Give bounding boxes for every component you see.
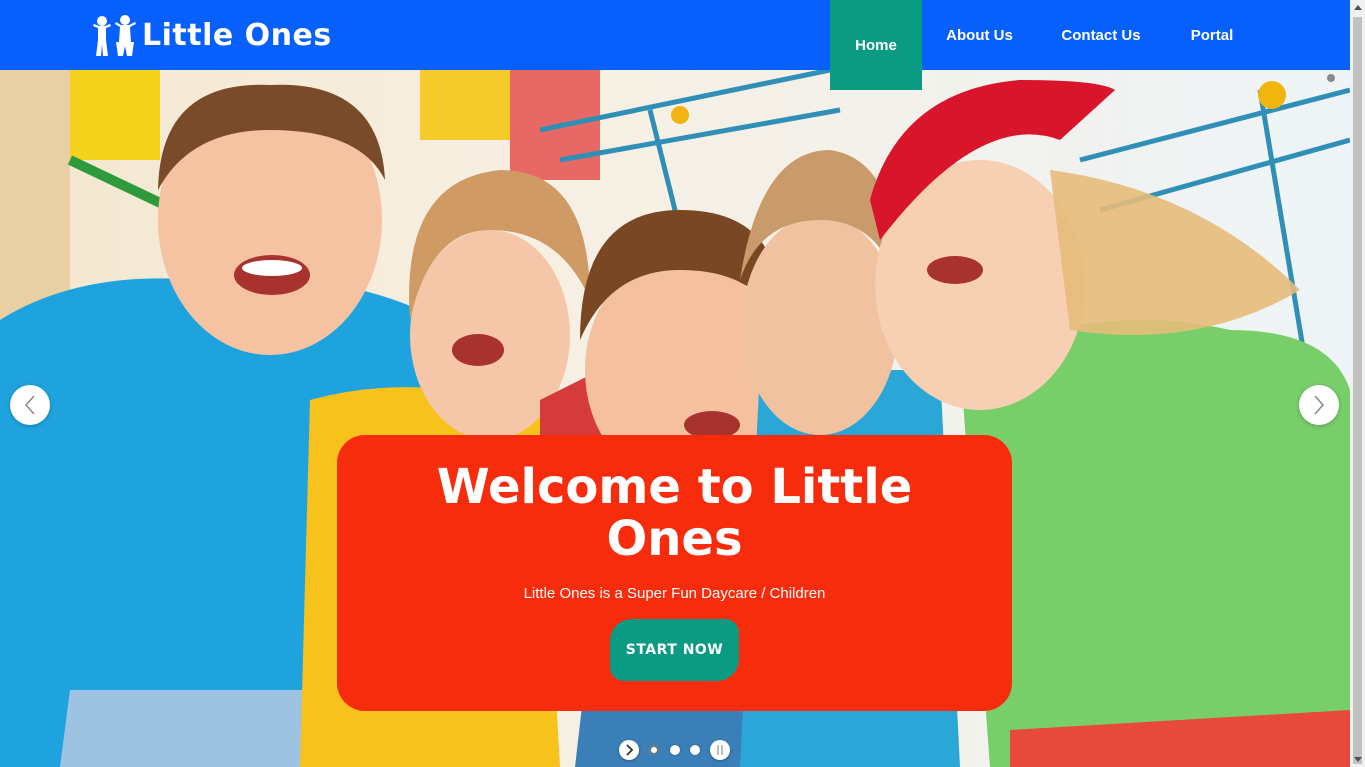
welcome-subtitle: Little Ones is a Super Fun Daycare / Chi…: [523, 585, 826, 602]
children-figures-icon: [93, 15, 136, 56]
nav-about-us[interactable]: About Us: [922, 0, 1037, 70]
scroll-up-arrow[interactable]: [1350, 0, 1365, 15]
nav-portal[interactable]: Portal: [1170, 0, 1254, 70]
site-logo[interactable]: Little Ones: [90, 14, 332, 58]
play-icon: [626, 744, 634, 756]
slider-pager: [619, 740, 731, 760]
nav-contact-us-label: Contact Us: [1061, 26, 1141, 44]
slider-next-button[interactable]: [1299, 385, 1339, 425]
site-header: Little Ones Home About Us Contact Us Por…: [0, 0, 1350, 90]
brand-name: Little Ones: [142, 18, 332, 53]
nav-about-us-label: About Us: [946, 26, 1013, 44]
pause-icon: [717, 745, 723, 755]
start-now-button[interactable]: START NOW: [610, 619, 739, 681]
hero-slider: Welcome to Little Ones Little Ones is a …: [0, 70, 1350, 767]
slider-prev-button[interactable]: [10, 385, 50, 425]
welcome-panel: Welcome to Little Ones Little Ones is a …: [337, 435, 1012, 711]
chevron-left-icon: [24, 395, 35, 415]
slider-dot-3[interactable]: [690, 745, 700, 755]
slider-play-button[interactable]: [619, 740, 639, 760]
slider-dot-1[interactable]: [649, 745, 659, 755]
slider-dot-2[interactable]: [670, 745, 680, 755]
slider-pause-button[interactable]: [710, 740, 730, 760]
nav-home[interactable]: Home: [830, 0, 922, 90]
welcome-title: Welcome to Little Ones: [436, 459, 913, 567]
caret-down-icon: [1353, 757, 1362, 762]
chevron-right-icon: [1314, 395, 1325, 415]
vertical-scrollbar[interactable]: [1350, 0, 1365, 767]
nav-home-label: Home: [855, 37, 897, 54]
caret-up-icon: [1353, 5, 1362, 10]
scroll-thumb[interactable]: [1353, 17, 1362, 764]
nav-portal-label: Portal: [1190, 26, 1234, 44]
nav-contact-us[interactable]: Contact Us: [1042, 0, 1160, 70]
scroll-down-arrow[interactable]: [1350, 752, 1365, 767]
indicator-dot: [1327, 74, 1335, 82]
